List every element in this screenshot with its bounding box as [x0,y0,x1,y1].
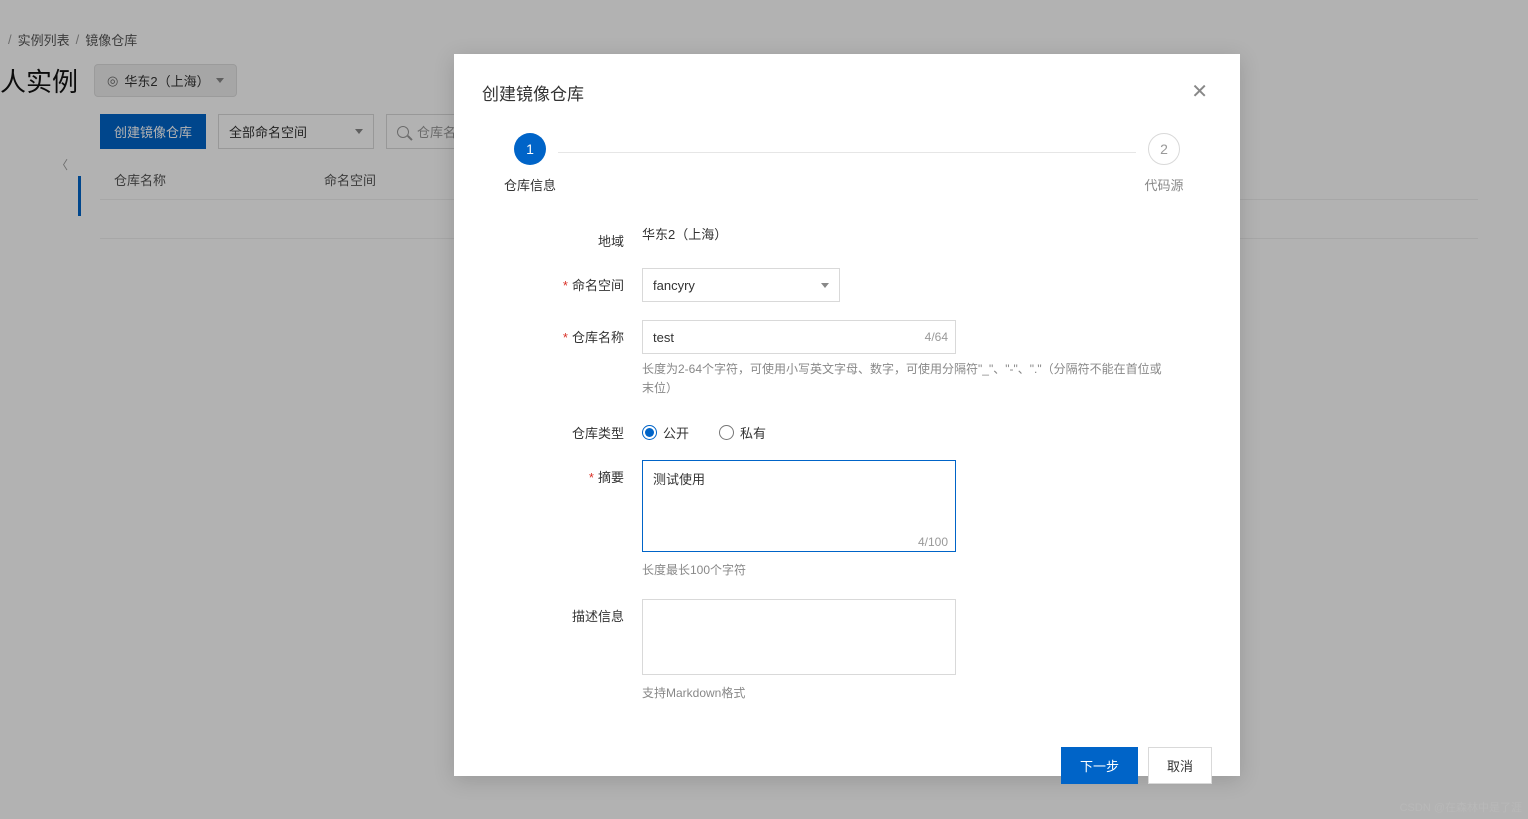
chevron-down-icon [821,283,829,288]
watermark: CSDN @在森林中是了涯 [1400,799,1522,815]
summary-counter: 4/100 [918,535,948,549]
th-repo-name: 仓库名称 [114,170,324,189]
region-label: 华东2（上海） [124,71,209,90]
label-summary: 摘要 [502,460,642,486]
label-region: 地域 [502,224,642,250]
radio-public-input[interactable] [642,425,657,440]
step-2-label: 代码源 [1144,175,1183,194]
modal-title: 创建镜像仓库 [482,80,584,105]
breadcrumb: / 实例列表 / 镜像仓库 [0,30,137,49]
step-code-source: 2 代码源 [1136,133,1192,194]
radio-public[interactable]: 公开 [642,423,689,442]
repo-name-input[interactable] [642,320,956,354]
step-1-label: 仓库信息 [504,175,556,194]
radio-private-input[interactable] [719,425,734,440]
active-indicator [78,176,81,216]
search-icon [397,126,409,138]
namespace-select-value: fancyry [653,278,695,293]
namespace-filter[interactable]: 全部命名空间 [218,114,374,149]
repo-name-counter: 4/64 [925,330,948,344]
label-description: 描述信息 [502,599,642,625]
radio-private[interactable]: 私有 [719,423,766,442]
label-namespace: 命名空间 [502,268,642,294]
page-title: 人实例 [0,62,78,99]
modal-footer: 下一步 取消 [454,731,1240,808]
step-1-number: 1 [514,133,546,165]
next-button[interactable]: 下一步 [1061,747,1138,784]
repo-name-hint: 长度为2-64个字符，可使用小写英文字母、数字，可使用分隔符"_"、"-"、".… [642,360,1162,398]
description-textarea[interactable] [642,599,956,675]
namespace-filter-label: 全部命名空间 [229,122,307,141]
step-indicator: 1 仓库信息 2 代码源 [454,115,1240,202]
chevron-down-icon [355,129,363,134]
radio-public-label: 公开 [663,423,689,442]
collapse-toggle[interactable]: 〈 [56,156,68,173]
step-2-number: 2 [1148,133,1180,165]
cancel-button[interactable]: 取消 [1148,747,1212,784]
breadcrumb-sep: / [8,32,12,47]
summary-textarea[interactable] [642,460,956,552]
breadcrumb-instances[interactable]: 实例列表 [18,30,70,49]
radio-private-label: 私有 [740,423,766,442]
step-repo-info: 1 仓库信息 [502,133,558,194]
search-placeholder: 仓库名 [417,122,456,141]
description-hint: 支持Markdown格式 [642,684,1162,703]
step-connector [558,152,1136,153]
value-region: 华东2（上海） [642,220,727,242]
summary-hint: 长度最长100个字符 [642,561,1162,580]
breadcrumb-image-repo[interactable]: 镜像仓库 [85,30,137,49]
breadcrumb-sep: / [76,32,80,47]
create-repo-button[interactable]: 创建镜像仓库 [100,114,206,149]
chevron-down-icon [216,78,224,83]
repo-form: 地域 华东2（上海） 命名空间 fancyry 仓库名称 4/64 长度为 [454,202,1240,731]
create-repo-modal: 创建镜像仓库 ✕ 1 仓库信息 2 代码源 地域 华东2（上海） 命名空间 fa… [454,54,1240,776]
close-icon[interactable]: ✕ [1187,80,1212,104]
label-repo-name: 仓库名称 [502,320,642,346]
region-selector[interactable]: ◎ 华东2（上海） [94,64,237,97]
label-repo-type: 仓库类型 [502,416,642,442]
namespace-select[interactable]: fancyry [642,268,840,302]
location-icon: ◎ [107,73,118,89]
